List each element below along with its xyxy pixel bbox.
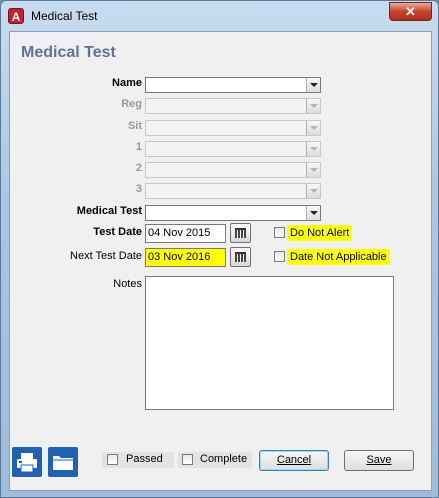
- save-label: Save: [366, 454, 392, 466]
- field-1-combo: [145, 141, 321, 157]
- notes-label: Notes: [113, 278, 142, 290]
- window-title: Medical Test: [31, 9, 98, 23]
- complete-label: Complete: [200, 453, 248, 465]
- dialog-body: Medical Test Name Reg Sit 1 2 3 Medical …: [9, 31, 432, 491]
- dialog-window: A Medical Test ✕ Medical Test Name Reg S…: [0, 0, 439, 498]
- sit-combo: [145, 120, 321, 136]
- field-2-label: 2: [135, 162, 142, 174]
- chevron-down-icon: [306, 99, 320, 113]
- field-2-combo: [145, 162, 321, 178]
- medical-test-combo[interactable]: [145, 205, 321, 221]
- do-not-alert-checkbox[interactable]: [274, 227, 285, 238]
- next-test-date-input[interactable]: 03 Nov 2016: [145, 248, 226, 267]
- test-date-input[interactable]: 04 Nov 2015: [145, 224, 226, 243]
- folder-button[interactable]: [48, 447, 78, 477]
- chevron-down-icon: [306, 184, 320, 198]
- passed-checkbox[interactable]: [107, 454, 118, 465]
- chevron-down-icon: [306, 163, 320, 177]
- chevron-down-icon: [306, 121, 320, 135]
- field-3-combo: [145, 183, 321, 199]
- test-date-label: Test Date: [93, 226, 142, 238]
- reg-combo: [145, 98, 321, 114]
- notes-textarea[interactable]: [145, 276, 394, 410]
- test-date-calendar-button[interactable]: [230, 223, 251, 243]
- date-not-applicable-checkbox[interactable]: [274, 251, 285, 262]
- form-heading: Medical Test: [21, 44, 116, 61]
- complete-checkbox[interactable]: [182, 454, 193, 465]
- date-not-applicable-label: Date Not Applicable: [287, 249, 390, 265]
- title-bar[interactable]: A Medical Test ✕: [1, 1, 438, 31]
- cancel-label: Cancel: [276, 454, 312, 466]
- print-button[interactable]: [12, 447, 42, 477]
- passed-label: Passed: [126, 453, 163, 465]
- field-1-label: 1: [135, 141, 142, 153]
- printer-icon: [17, 453, 37, 473]
- calendar-icon: [235, 252, 246, 262]
- app-icon: A: [8, 8, 24, 24]
- reg-label: Reg: [121, 98, 142, 110]
- next-test-date-calendar-button[interactable]: [230, 247, 251, 267]
- folder-icon: [53, 456, 73, 470]
- calendar-icon: [235, 228, 246, 238]
- chevron-down-icon[interactable]: [306, 78, 320, 92]
- field-3-label: 3: [135, 183, 142, 195]
- medical-test-label: Medical Test: [76, 205, 142, 217]
- close-button[interactable]: ✕: [389, 2, 432, 21]
- chevron-down-icon[interactable]: [306, 206, 320, 220]
- next-test-date-label: Next Test Date: [70, 250, 142, 262]
- chevron-down-icon: [306, 142, 320, 156]
- cancel-button[interactable]: Cancel: [259, 450, 329, 471]
- do-not-alert-label: Do Not Alert: [287, 225, 353, 241]
- name-combo[interactable]: [145, 77, 321, 93]
- name-label: Name: [112, 77, 142, 89]
- sit-label: Sit: [127, 120, 142, 132]
- save-button[interactable]: Save: [344, 450, 414, 471]
